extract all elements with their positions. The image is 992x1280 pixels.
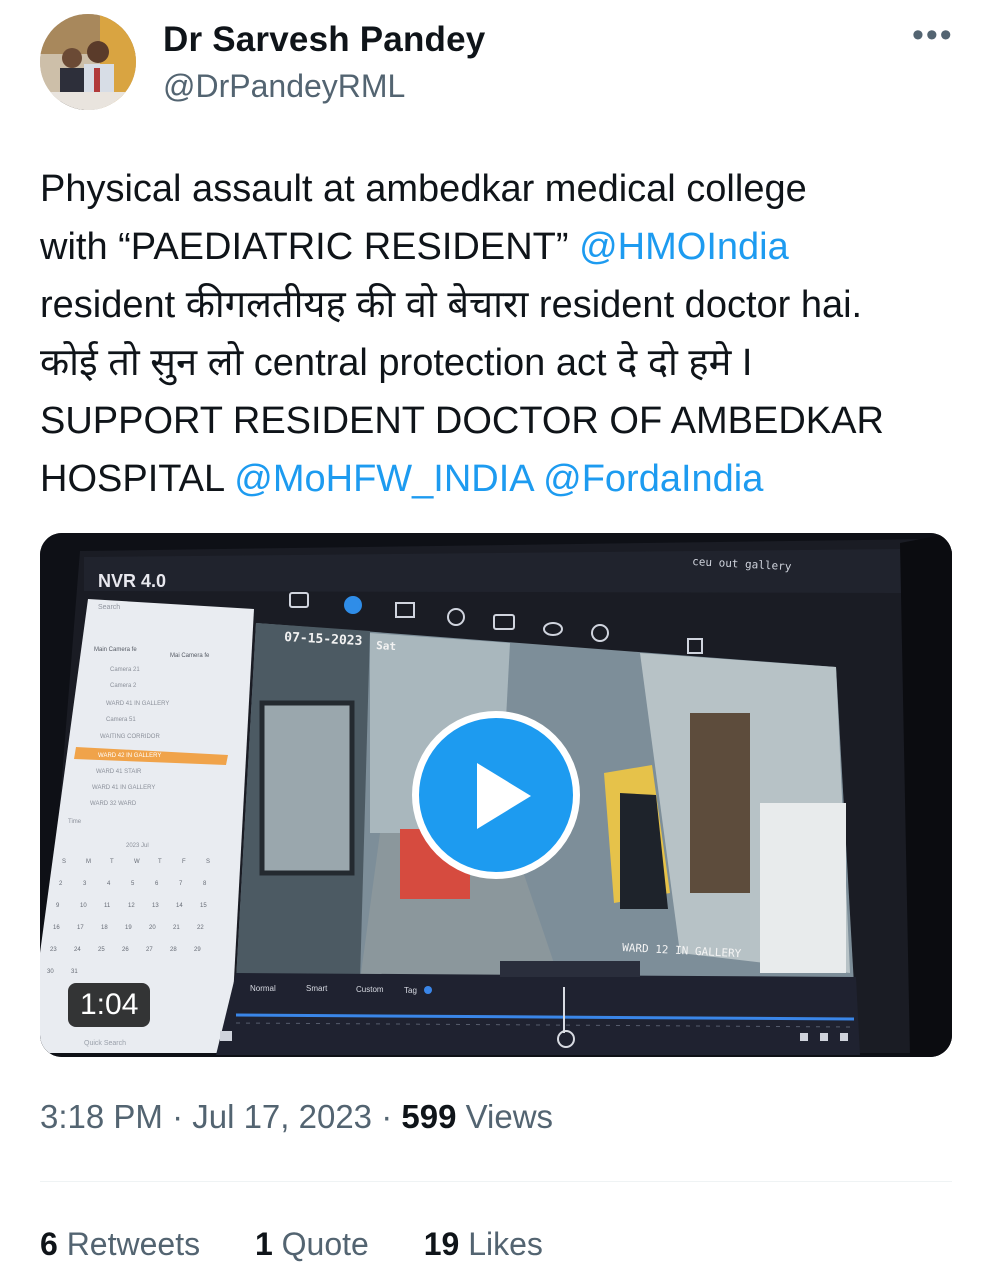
camera-list-item: Camera 21: [110, 667, 140, 673]
camera-list-item: Camera 2: [110, 683, 137, 689]
calendar-day[interactable]: 23: [50, 947, 57, 953]
calendar-day[interactable]: 12: [128, 903, 135, 909]
tweet-text-line: कोई तो सुन लो central protection act दे …: [40, 342, 753, 384]
mention-link[interactable]: @HMOIndia: [579, 226, 789, 268]
calendar-day[interactable]: 11: [104, 903, 111, 909]
calendar-day[interactable]: 21: [173, 925, 180, 931]
tweet-text-segment: with “PAEDIATRIC RESIDENT”: [40, 226, 580, 268]
calendar-day[interactable]: 17: [77, 925, 84, 931]
timestamp-row: 3:18 PM · Jul 17, 2023 · 599 Views: [40, 1098, 553, 1136]
calendar-weekday: S: [206, 859, 210, 865]
calendar-day[interactable]: 14: [176, 903, 183, 909]
calendar-day[interactable]: 30: [47, 969, 54, 975]
display-name[interactable]: Dr Sarvesh Pandey: [163, 20, 485, 60]
tweet-text-segment: HOSPITAL: [40, 458, 235, 500]
retweets-count: 6: [40, 1226, 58, 1262]
calendar-weekday: T: [110, 859, 114, 865]
calendar-day[interactable]: 19: [125, 925, 132, 931]
camera-list-item-selected: WARD 42 IN GALLERY: [98, 753, 161, 759]
calendar-day[interactable]: 16: [53, 925, 60, 931]
calendar-weekday: M: [86, 859, 91, 865]
quotes-stat[interactable]: 1 Quote: [255, 1226, 369, 1263]
sidebar-search-label: Search: [98, 604, 120, 611]
nvr-app-title: NVR 4.0: [98, 571, 166, 591]
calendar-weekday: W: [134, 859, 140, 865]
calendar-weekday: T: [158, 859, 162, 865]
timeline-tab: Smart: [306, 984, 328, 993]
calendar-day[interactable]: 20: [149, 925, 156, 931]
camera-list-item: Camera 51: [106, 717, 136, 723]
avatar-image: [40, 14, 136, 110]
timeline-tab: Normal: [250, 984, 276, 993]
calendar-weekday: S: [62, 859, 66, 865]
sidebar-tab-label: Main Camera fe: [94, 647, 137, 653]
retweets-stat[interactable]: 6 Retweets: [40, 1226, 200, 1263]
retweets-label: Retweets: [57, 1226, 201, 1262]
camera-list-item: WARD 41 IN GALLERY: [92, 785, 155, 791]
timeline-tab: Tag: [404, 986, 417, 995]
tweet-text-line: resident कीगलतीयह की वो बेचारा resident …: [40, 284, 863, 326]
play-icon: [477, 763, 531, 829]
calendar-day[interactable]: 29: [194, 947, 201, 953]
quotes-label: Quote: [272, 1226, 369, 1262]
likes-label: Likes: [459, 1226, 543, 1262]
calendar-day[interactable]: 13: [152, 903, 159, 909]
quotes-count: 1: [254, 1226, 273, 1262]
divider: [40, 1181, 952, 1182]
sidebar-tab-label: Mai Camera fe: [170, 653, 210, 659]
calendar-month: 2023 Jul: [126, 843, 149, 849]
camera-list-item: WARD 41 STAIR: [96, 769, 142, 775]
overlay-day: Sat: [376, 639, 397, 653]
tweet-text-line: SUPPORT RESIDENT DOCTOR OF AMBEDKAR: [40, 400, 884, 442]
mention-link[interactable]: @FordaIndia: [543, 458, 763, 500]
calendar-day[interactable]: 10: [80, 903, 87, 909]
calendar-weekday: F: [182, 859, 186, 865]
engagement-stats: 6 Retweets 1 Quote 19 Likes: [40, 1226, 589, 1263]
avatar[interactable]: [40, 14, 136, 110]
calendar-day[interactable]: 22: [197, 925, 204, 931]
camera-list-item: WARD 32 WARD: [90, 801, 137, 807]
time-label: Time: [68, 819, 82, 825]
calendar-day[interactable]: 25: [98, 947, 105, 953]
tweet-text: Physical assault at ambedkar medical col…: [40, 160, 960, 508]
calendar-day[interactable]: 18: [101, 925, 108, 931]
user-handle[interactable]: @DrPandeyRML: [163, 68, 405, 105]
calendar-day[interactable]: 15: [200, 903, 207, 909]
more-horizontal-icon: •••: [912, 16, 954, 54]
views-label: Views: [456, 1098, 554, 1135]
play-button[interactable]: [412, 711, 580, 879]
calendar-day[interactable]: 28: [170, 947, 177, 953]
camera-list-item: WARD 41 IN GALLERY: [106, 701, 169, 707]
timeline-tab: Custom: [356, 985, 384, 994]
video-duration-badge: 1:04: [68, 983, 151, 1027]
camera-list-item: WAITING CORRIDOR: [100, 734, 160, 740]
quick-search-label: Quick Search: [84, 1040, 126, 1047]
calendar-day[interactable]: 31: [71, 969, 78, 975]
calendar-day[interactable]: 26: [122, 947, 129, 953]
tweet-text-line: Physical assault at ambedkar medical col…: [40, 168, 807, 210]
views-count: 599: [401, 1098, 457, 1135]
tweet-text-line: HOSPITAL @MoHFW_INDIA @FordaIndia: [40, 450, 960, 508]
likes-stat[interactable]: 19 Likes: [424, 1226, 543, 1263]
tweet-timestamp[interactable]: 3:18 PM · Jul 17, 2023 ·: [40, 1098, 401, 1135]
calendar-day[interactable]: 24: [74, 947, 81, 953]
tweet-text-line: with “PAEDIATRIC RESIDENT” @HMOIndia: [40, 218, 960, 276]
calendar-day[interactable]: 27: [146, 947, 153, 953]
mention-link[interactable]: @MoHFW_INDIA: [234, 458, 532, 500]
more-options-button[interactable]: •••: [912, 16, 954, 55]
likes-count: 19: [423, 1226, 460, 1262]
